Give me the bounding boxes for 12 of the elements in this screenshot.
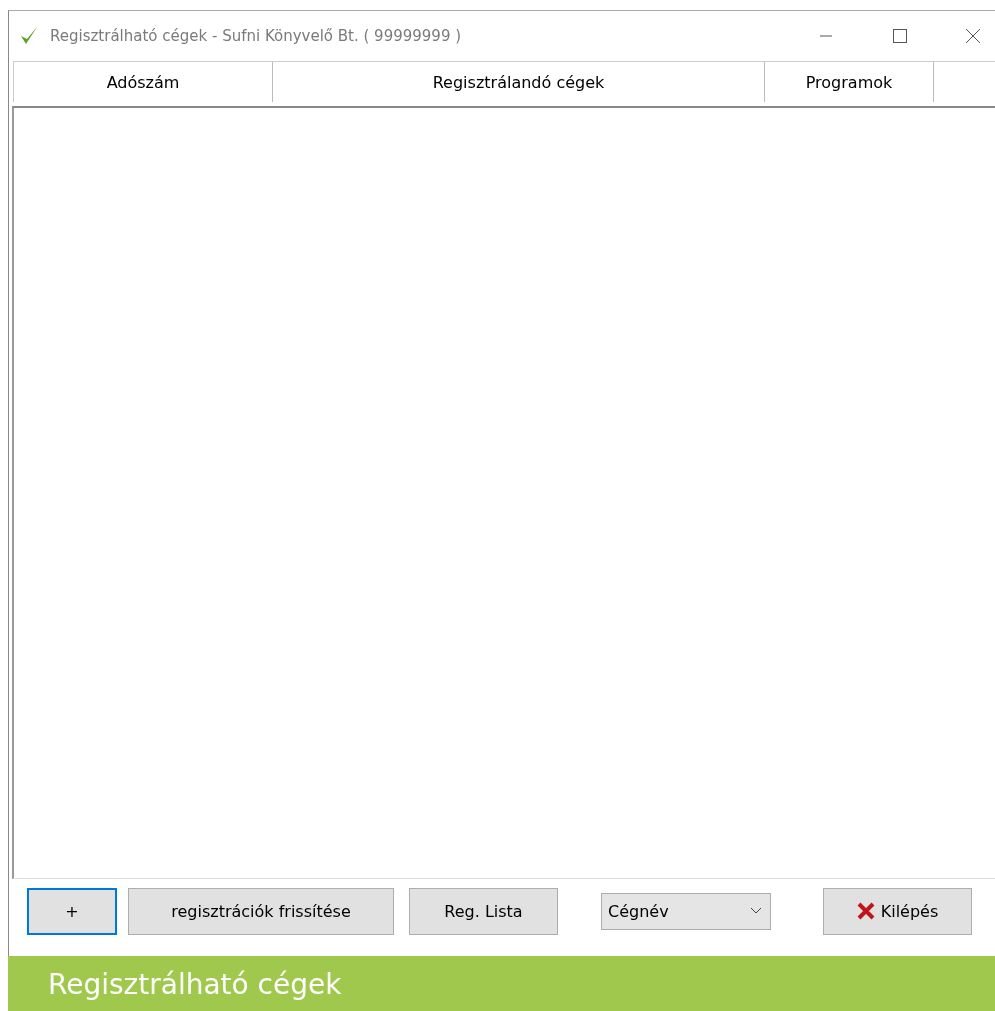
page-caption: Regisztrálható cégek xyxy=(8,956,995,1011)
toolbar-button[interactable]: regisztrációk frissítése xyxy=(128,887,394,935)
sort-dropdown[interactable]: Cégnév xyxy=(601,892,771,930)
toolbar-button[interactable]: + xyxy=(27,887,117,935)
x-icon xyxy=(856,902,875,920)
exit-button[interactable]: Kilépés xyxy=(823,887,972,935)
toolbar-button[interactable]: Reg. Lista xyxy=(409,887,558,935)
window-title: Regisztrálható cégek - Sufni Könyvelő Bt. ( 99999999 ) xyxy=(50,27,463,45)
column-header[interactable]: Programok xyxy=(765,62,934,102)
column-header[interactable]: Regisztrálandó cégek xyxy=(273,62,765,102)
chevron-down-icon xyxy=(750,907,762,915)
column-header[interactable]: Adószám xyxy=(14,62,273,102)
